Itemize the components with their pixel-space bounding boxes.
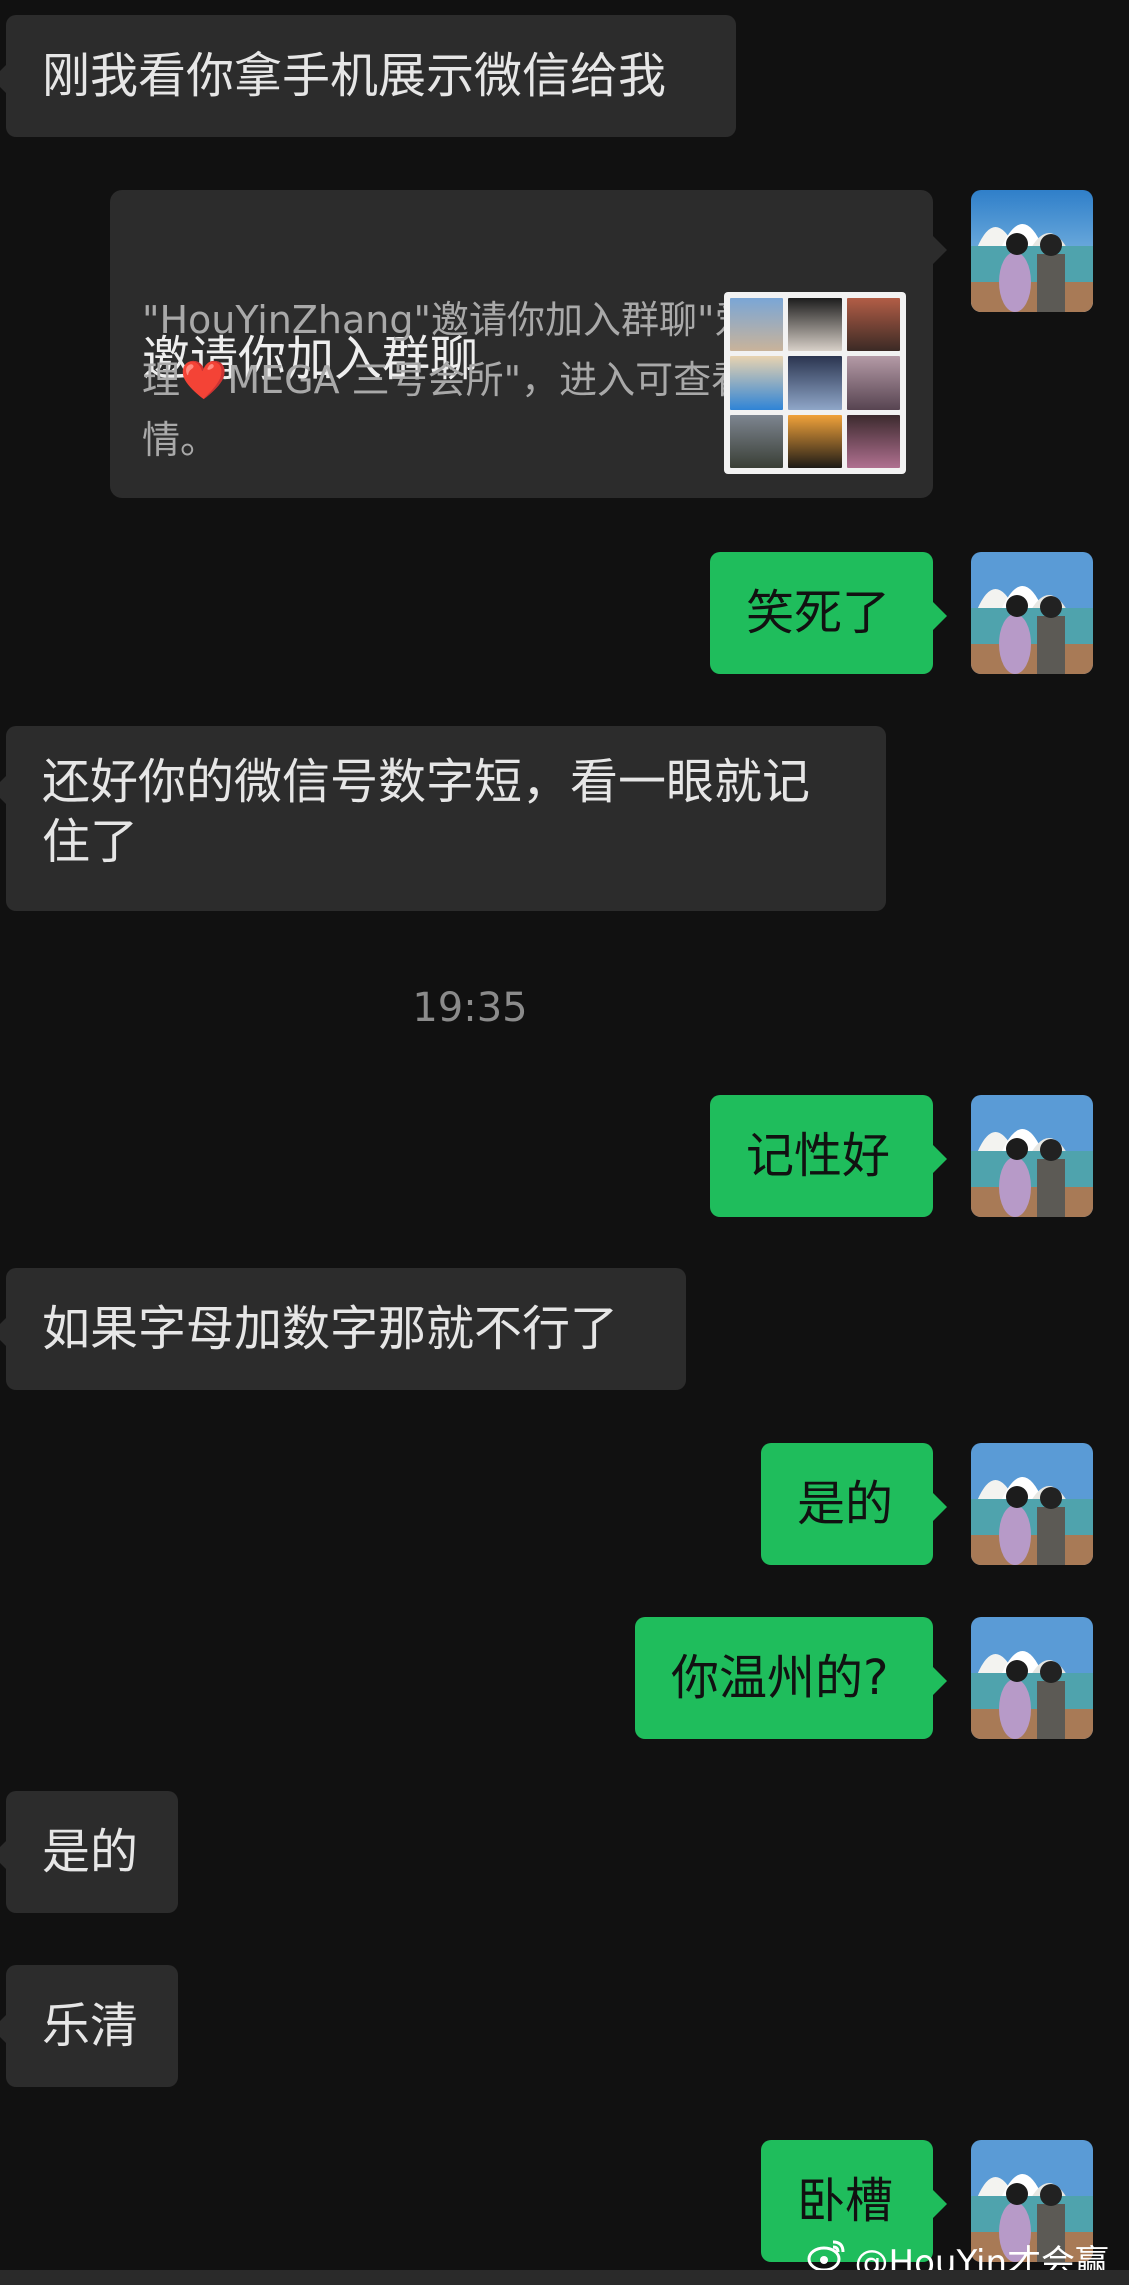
message-bubble-incoming[interactable]: 是的	[0, 1791, 178, 1913]
message-bubble-outgoing[interactable]: 是的	[761, 1443, 947, 1565]
user-avatar[interactable]	[971, 1617, 1093, 1739]
message-text: 卧槽	[797, 2173, 894, 2229]
user-avatar[interactable]	[971, 190, 1093, 312]
message-text: 你温州的?	[671, 1650, 889, 1706]
message-text: 如果字母加数字那就不行了	[42, 1301, 619, 1357]
card-description: "HouYinZhang"邀请你加入群聊"爱着理❤️MEGA 三号会所"，进入可…	[142, 298, 791, 462]
user-avatar[interactable]	[971, 1443, 1093, 1565]
message-text: 乐清	[42, 1998, 139, 2054]
message-text: 还好你的微信号数字短，看一眼就记住了	[42, 754, 811, 870]
bottom-bar	[0, 2270, 1129, 2285]
message-bubble-incoming[interactable]: 乐清	[0, 1965, 178, 2087]
heart-icon: ❤️	[180, 358, 228, 402]
timestamp: 19:35	[412, 985, 528, 1031]
group-avatar-grid	[724, 292, 906, 474]
message-text: 刚我看你拿手机展示微信给我	[42, 48, 667, 104]
message-bubble-incoming[interactable]: 还好你的微信号数字短，看一眼就记住了	[0, 726, 886, 911]
user-avatar[interactable]	[971, 552, 1093, 674]
message-bubble-incoming[interactable]: 刚我看你拿手机展示微信给我	[0, 15, 736, 137]
message-bubble-outgoing[interactable]: 笑死了	[710, 552, 947, 674]
message-text: 是的	[42, 1824, 139, 1880]
message-text: 是的	[797, 1476, 894, 1532]
message-bubble-outgoing[interactable]: 记性好	[710, 1095, 947, 1217]
message-text: 笑死了	[746, 585, 891, 641]
group-invite-card[interactable]: 邀请你加入群聊 "HouYinZhang"邀请你加入群聊"爱着理❤️MEGA 三…	[110, 190, 947, 498]
message-bubble-outgoing[interactable]: 你温州的?	[635, 1617, 947, 1739]
user-avatar[interactable]	[971, 1095, 1093, 1217]
message-bubble-incoming[interactable]: 如果字母加数字那就不行了	[0, 1268, 686, 1390]
message-text: 记性好	[746, 1128, 891, 1184]
